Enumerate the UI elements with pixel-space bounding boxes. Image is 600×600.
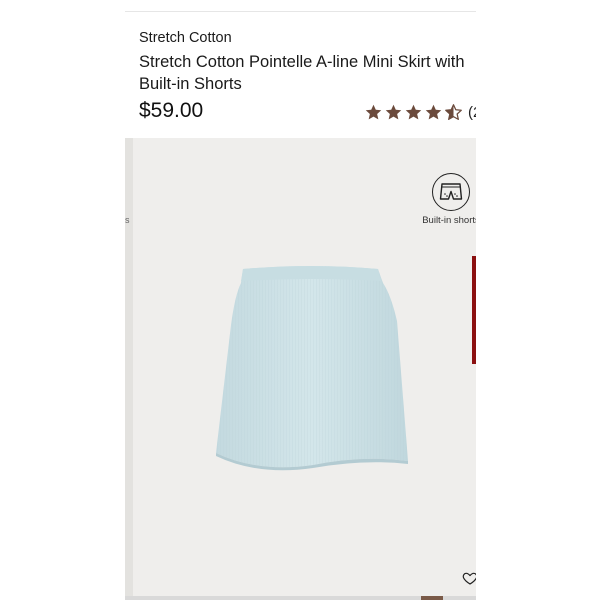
star-icon <box>425 104 442 119</box>
product-brand[interactable]: Stretch Cotton <box>139 30 232 46</box>
page: Stretch Cotton Stretch Cotton Pointelle … <box>0 0 600 600</box>
carousel-position-indicator <box>472 256 476 364</box>
product-title: Stretch Cotton Pointelle A-line Mini Ski… <box>139 53 465 93</box>
star-icon <box>405 104 422 119</box>
previous-slide[interactable] <box>125 138 133 600</box>
product-image[interactable] <box>213 265 413 475</box>
divider <box>125 11 476 12</box>
feature-badge: Built-in shorts <box>421 173 476 226</box>
product-detail: Stretch Cotton Stretch Cotton Pointelle … <box>125 0 476 600</box>
previous-slide-label: s <box>125 215 130 225</box>
feature-badge-label: Built-in shorts <box>422 215 476 226</box>
shorts-icon <box>432 173 470 211</box>
product-price: $59.00 <box>139 99 204 122</box>
review-count[interactable]: (26 <box>468 104 476 121</box>
star-icon <box>365 104 382 119</box>
heart-icon[interactable] <box>462 570 476 586</box>
product-image-carousel[interactable]: s Built-in shorts <box>125 138 476 600</box>
star-rating <box>364 103 464 122</box>
half-star-icon <box>445 103 462 120</box>
star-icon <box>385 104 402 119</box>
carousel-progress-thumb <box>421 596 443 600</box>
product-rating[interactable]: (26 <box>364 101 476 123</box>
